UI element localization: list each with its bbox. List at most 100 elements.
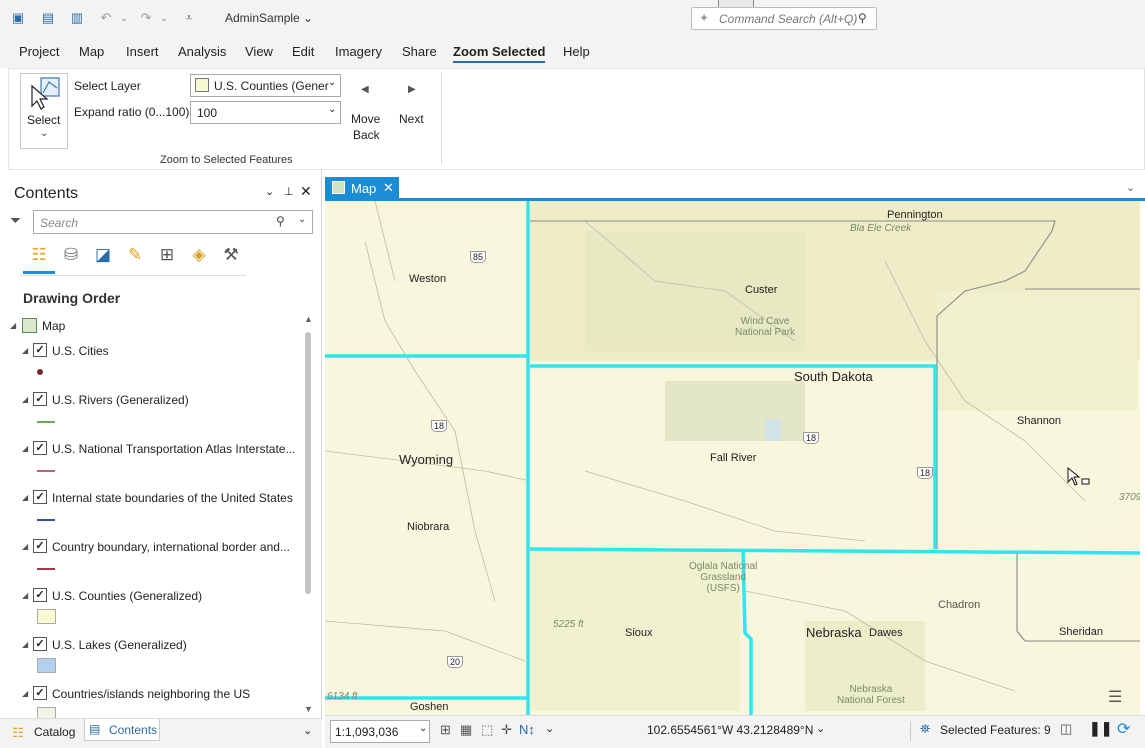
constraints-icon[interactable]: ✛: [501, 722, 512, 738]
list-by-perspective-icon[interactable]: ⚒: [218, 242, 244, 268]
tab-analysis[interactable]: Analysis: [178, 44, 226, 59]
status-divider: [910, 721, 911, 741]
customize-toolbar-icon[interactable]: ⩡: [180, 9, 198, 27]
scroll-down-icon[interactable]: ▼: [304, 704, 313, 714]
tab-view[interactable]: View: [245, 44, 273, 59]
layer-name[interactable]: U.S. Counties (Generalized): [52, 589, 202, 603]
grid-icon[interactable]: ▦: [460, 722, 472, 738]
map-frame-icon[interactable]: ◫: [1060, 721, 1072, 737]
pause-drawing-icon[interactable]: ❚❚: [1089, 720, 1112, 737]
tab-insert[interactable]: Insert: [126, 44, 159, 59]
move-back-button[interactable]: ◀ Move Back: [347, 80, 387, 146]
select-layer-combo[interactable]: U.S. Counties (Gener ⌄: [190, 74, 341, 97]
layer-visibility-checkbox[interactable]: ✓: [33, 637, 47, 651]
contents-tab-label: Contents: [109, 723, 158, 737]
tab-project[interactable]: Project: [19, 44, 59, 59]
list-by-drawing-order-icon[interactable]: ☷: [26, 242, 52, 268]
map-canvas[interactable]: Pennington Bla Ele Creek Weston Custer W…: [325, 201, 1140, 715]
redo-icon[interactable]: ↷: [137, 9, 155, 27]
list-by-labeling-icon[interactable]: ◈: [186, 242, 212, 268]
pin-icon[interactable]: ⊥: [284, 185, 294, 198]
layer-name[interactable]: U.S. Cities: [52, 344, 109, 358]
expand-icon[interactable]: ◢: [22, 640, 28, 649]
close-icon[interactable]: ✕: [300, 183, 312, 200]
scroll-up-icon[interactable]: ▲: [304, 314, 313, 324]
layer-name[interactable]: Country boundary, international border a…: [52, 540, 290, 554]
map-legend-icon[interactable]: ☰: [1108, 687, 1122, 707]
refresh-icon[interactable]: ⟳: [1117, 719, 1130, 739]
list-by-editing-icon[interactable]: ✎: [122, 242, 148, 268]
pane-menu-icon[interactable]: ⌄: [265, 185, 274, 198]
map-status-bar: 1:1,093,036 ⌄ ⊞ ▦ ⬚ ✛ N↕ ⌄ 102.6554561°W…: [325, 715, 1145, 748]
layer-name[interactable]: Countries/islands neighboring the US: [52, 687, 250, 701]
contents-search-input[interactable]: Search ⚲ ⌄: [33, 210, 313, 234]
layer-visibility-checkbox[interactable]: ✓: [33, 686, 47, 700]
views-menu-icon[interactable]: ⌄: [1126, 181, 1135, 194]
redo-dropdown-icon[interactable]: ⌄: [155, 9, 173, 27]
filter-icon[interactable]: ⏷: [10, 212, 21, 229]
undo-dropdown-icon[interactable]: ⌄: [115, 9, 133, 27]
scale-combo[interactable]: 1:1,093,036 ⌄: [330, 720, 430, 743]
map-label-nebraska: Nebraska: [806, 625, 862, 640]
tab-imagery[interactable]: Imagery: [335, 44, 382, 59]
layer-visibility-checkbox[interactable]: ✓: [33, 441, 47, 455]
highway-shield-18: 18: [803, 432, 820, 444]
select-button[interactable]: Select ⌄: [20, 73, 68, 149]
tab-map[interactable]: Map: [79, 44, 104, 59]
expand-icon[interactable]: ◢: [22, 493, 28, 502]
new-project-icon[interactable]: ▣: [9, 9, 27, 27]
map-label-pennington: Pennington: [887, 209, 943, 221]
next-button[interactable]: ▶ Next: [395, 80, 429, 130]
expand-icon[interactable]: ◢: [22, 395, 28, 404]
layer-name[interactable]: U.S. Lakes (Generalized): [52, 638, 187, 652]
tab-share[interactable]: Share: [402, 44, 437, 59]
chevron-down-icon: ⌄: [328, 77, 337, 88]
tab-zoom-selected[interactable]: Zoom Selected: [453, 44, 546, 63]
tab-help[interactable]: Help: [563, 44, 590, 59]
expand-icon[interactable]: ◢: [22, 542, 28, 551]
expand-ratio-combo[interactable]: 100 ⌄: [190, 101, 341, 124]
tab-edit[interactable]: Edit: [292, 44, 314, 59]
layer-symbol: [37, 470, 55, 472]
layer-symbol: [37, 568, 55, 570]
map-label-wind-cave: Wind Cave National Park: [735, 316, 796, 338]
map-label-goshen: Goshen: [410, 701, 449, 713]
catalog-tab[interactable]: Catalog: [34, 725, 75, 739]
map-node-label[interactable]: Map: [42, 319, 65, 333]
layer-visibility-checkbox[interactable]: ✓: [33, 343, 47, 357]
open-folder-icon[interactable]: ▤: [39, 9, 57, 27]
chevron-down-icon[interactable]: ⌄: [545, 722, 554, 735]
layer-visibility-checkbox[interactable]: ✓: [33, 588, 47, 602]
selected-features-count[interactable]: Selected Features: 9: [940, 723, 1051, 737]
north-arrow-icon[interactable]: N↕: [519, 722, 535, 737]
add-grid-icon[interactable]: ⊞: [440, 722, 451, 738]
layer-symbol: [37, 609, 56, 624]
layer-visibility-checkbox[interactable]: ✓: [33, 539, 47, 553]
expand-icon[interactable]: ◢: [22, 346, 28, 355]
expand-icon[interactable]: ◢: [22, 444, 28, 453]
list-by-snapping-icon[interactable]: ⊞: [154, 242, 180, 268]
layer-name[interactable]: Internal state boundaries of the United …: [52, 491, 293, 505]
expand-icon[interactable]: ◢: [22, 591, 28, 600]
expand-icon[interactable]: ◢: [10, 321, 16, 330]
layer-name[interactable]: U.S. National Transportation Atlas Inter…: [52, 442, 295, 456]
close-icon[interactable]: ✕: [383, 180, 394, 196]
list-by-selection-icon[interactable]: ◪: [90, 242, 116, 268]
snapping-icon[interactable]: ⬚: [481, 722, 493, 738]
undo-icon[interactable]: ↶: [97, 9, 115, 27]
layer-visibility-checkbox[interactable]: ✓: [33, 392, 47, 406]
scroll-thumb[interactable]: [305, 332, 311, 594]
list-by-data-source-icon[interactable]: ⛁: [58, 242, 84, 268]
command-search-input[interactable]: ✦ Command Search (Alt+Q) ⚲: [691, 7, 877, 30]
select-label: Select: [27, 113, 61, 127]
contents-tab[interactable]: ▤ Contents: [84, 719, 160, 741]
layer-visibility-checkbox[interactable]: ✓: [33, 490, 47, 504]
contents-scrollbar[interactable]: ▲ ▼: [303, 314, 313, 720]
coordinates-dropdown-icon[interactable]: ⌄: [816, 722, 825, 735]
pane-tabs-menu-icon[interactable]: ⌄: [303, 724, 312, 737]
layer-name[interactable]: U.S. Rivers (Generalized): [52, 393, 189, 407]
project-name[interactable]: AdminSample ⌄: [225, 11, 313, 25]
map-icon: [22, 318, 37, 333]
expand-icon[interactable]: ◢: [22, 689, 28, 698]
save-icon[interactable]: ▥: [68, 9, 86, 27]
